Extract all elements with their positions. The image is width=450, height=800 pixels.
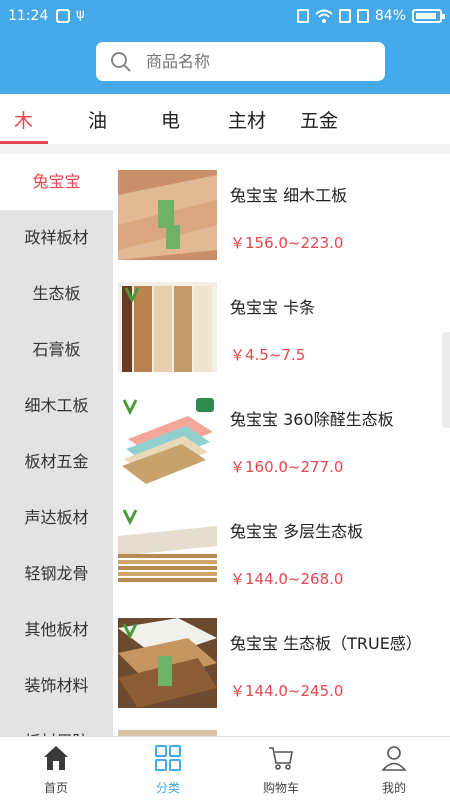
sidebar-item-zhengxiang[interactable]: 政祥板材 bbox=[0, 210, 113, 266]
sidebar-item-shengda[interactable]: 声达板材 bbox=[0, 490, 113, 546]
sidebar-item-steel-keel[interactable]: 轻钢龙骨 bbox=[0, 546, 113, 602]
tabs-divider bbox=[0, 144, 450, 154]
status-right: 84% bbox=[296, 8, 445, 24]
tab-main-material[interactable]: 主材 bbox=[228, 106, 266, 133]
product-price: ￥160.0~277.0 bbox=[230, 458, 344, 476]
product-item[interactable]: 兔宝宝 生态板（TRUE感） ￥144.0~245.0 bbox=[113, 602, 450, 714]
sidebar-item-board-hardware[interactable]: 板材五金 bbox=[0, 434, 113, 490]
search-input[interactable] bbox=[146, 42, 376, 81]
nav-category[interactable]: 分类 bbox=[112, 737, 224, 800]
usb-icon: ψ bbox=[76, 7, 85, 22]
sidebar-item-tubaobao[interactable]: 兔宝宝 bbox=[0, 154, 113, 210]
category-icon bbox=[155, 745, 181, 771]
product-item-partial[interactable] bbox=[113, 714, 450, 736]
sidebar-item-gypsum-board[interactable]: 石膏板 bbox=[0, 322, 113, 378]
product-price: ￥144.0~245.0 bbox=[230, 682, 344, 700]
sidebar-item-other-boards[interactable]: 其他板材 bbox=[0, 602, 113, 658]
wifi-icon bbox=[315, 9, 333, 23]
product-item[interactable]: 兔宝宝 细木工板 ￥156.0~223.0 bbox=[113, 154, 450, 266]
nav-cart-label: 购物车 bbox=[262, 781, 299, 795]
product-name: 兔宝宝 细木工板 bbox=[230, 186, 348, 205]
nav-cart[interactable]: 购物车 bbox=[225, 737, 337, 800]
sidebar-item-eco-board[interactable]: 生态板 bbox=[0, 266, 113, 322]
status-time: 11:24 bbox=[8, 8, 49, 24]
product-price: ￥144.0~268.0 bbox=[230, 570, 344, 588]
search-icon bbox=[111, 52, 131, 72]
sim1-icon bbox=[338, 9, 351, 23]
product-image bbox=[118, 394, 217, 484]
header: 11:24 ψ 84% bbox=[0, 0, 450, 94]
battery-icon bbox=[412, 9, 445, 23]
sim2-icon bbox=[356, 9, 369, 23]
nav-home-label: 首页 bbox=[43, 781, 68, 795]
nav-home[interactable]: 首页 bbox=[0, 737, 112, 800]
scroll-handle[interactable] bbox=[442, 332, 450, 428]
home-icon bbox=[44, 746, 68, 770]
product-name: 兔宝宝 卡条 bbox=[230, 298, 316, 317]
product-image bbox=[118, 170, 217, 260]
product-image bbox=[118, 618, 217, 708]
bottom-nav: 首页 分类 购物车 我的 bbox=[0, 736, 450, 800]
product-name: 兔宝宝 多层生态板 bbox=[230, 522, 364, 541]
sidebar-item-decoration[interactable]: 装饰材料 bbox=[0, 658, 113, 714]
product-item[interactable]: 兔宝宝 360除醛生态板 ￥160.0~277.0 bbox=[113, 378, 450, 490]
product-price: ￥4.5~7.5 bbox=[230, 346, 306, 364]
sidebar-item-blockboard[interactable]: 细木工板 bbox=[0, 378, 113, 434]
search-box[interactable] bbox=[96, 42, 385, 81]
product-name: 兔宝宝 生态板（TRUE感） bbox=[230, 634, 422, 653]
product-image bbox=[118, 506, 217, 596]
sidebar-item-board-periphery[interactable]: 板材周防 bbox=[0, 714, 113, 736]
nav-category-label: 分类 bbox=[155, 781, 180, 795]
status-bar: 11:24 ψ 84% bbox=[0, 0, 450, 34]
tab-paint[interactable]: 油 bbox=[88, 106, 107, 133]
tab-electric[interactable]: 电 bbox=[161, 106, 180, 133]
battery-percent: 84% bbox=[374, 8, 406, 24]
cart-icon bbox=[269, 747, 293, 770]
nav-mine[interactable]: 我的 bbox=[338, 737, 450, 800]
tab-wood[interactable]: 木 bbox=[14, 106, 33, 133]
product-list: 兔宝宝 细木工板 ￥156.0~223.0 兔宝宝 卡条 ￥4.5~7.5 兔宝… bbox=[113, 154, 450, 736]
user-icon bbox=[381, 746, 407, 771]
tab-hardware[interactable]: 五金 bbox=[300, 106, 338, 133]
product-item[interactable]: 兔宝宝 卡条 ￥4.5~7.5 bbox=[113, 266, 450, 378]
category-tabs: 木 油 电 主材 五金 bbox=[0, 94, 450, 144]
vibrate-icon bbox=[296, 9, 309, 23]
product-item[interactable]: 兔宝宝 多层生态板 ￥144.0~268.0 bbox=[113, 490, 450, 602]
product-name: 兔宝宝 360除醛生态板 bbox=[230, 410, 394, 429]
screen-share-icon bbox=[56, 9, 70, 23]
product-image bbox=[118, 282, 217, 372]
sidebar: 兔宝宝 政祥板材 生态板 石膏板 细木工板 板材五金 声达板材 轻钢龙骨 其他板… bbox=[0, 154, 113, 736]
nav-mine-label: 我的 bbox=[381, 781, 406, 795]
product-price: ￥156.0~223.0 bbox=[230, 234, 344, 252]
